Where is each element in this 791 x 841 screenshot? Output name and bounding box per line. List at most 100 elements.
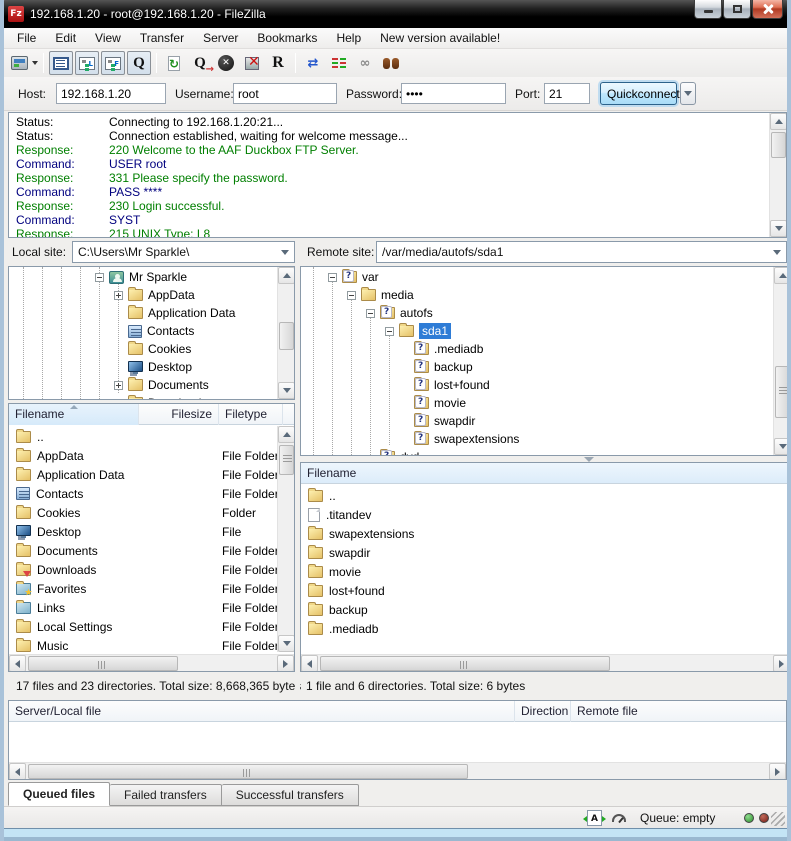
- column-header-filename[interactable]: Filename: [301, 463, 790, 484]
- remote-tree-toggle-button[interactable]: F: [101, 51, 125, 75]
- menu-help[interactable]: Help: [336, 31, 361, 45]
- remote-file-row[interactable]: backup: [301, 600, 790, 619]
- remote-list-hscroll-thumb[interactable]: [320, 656, 610, 671]
- directory-comparison-button[interactable]: [327, 51, 351, 75]
- remote-tree-item[interactable]: dvd: [301, 448, 790, 456]
- remote-combo-drop-button[interactable]: [769, 243, 785, 261]
- scroll-down-icon[interactable]: [775, 226, 783, 231]
- scroll-left-icon[interactable]: [15, 660, 20, 668]
- remote-file-row[interactable]: lost+found: [301, 581, 790, 600]
- disconnect-button[interactable]: ✕: [240, 51, 264, 75]
- local-tree-item[interactable]: Application Data: [9, 304, 294, 322]
- remote-tree-item[interactable]: swapdir: [301, 412, 790, 430]
- resize-grip[interactable]: [771, 812, 785, 826]
- remote-tree-item[interactable]: media: [301, 286, 790, 304]
- remote-file-row[interactable]: movie: [301, 562, 790, 581]
- maximize-button[interactable]: [723, 0, 751, 19]
- menu-edit[interactable]: Edit: [55, 31, 76, 45]
- host-input[interactable]: [56, 83, 166, 104]
- local-file-row[interactable]: Application DataFile Folder: [9, 465, 294, 484]
- scroll-up-icon[interactable]: [779, 273, 787, 278]
- refresh-button[interactable]: ↻: [162, 51, 186, 75]
- tab-queued-files[interactable]: Queued files: [8, 782, 110, 806]
- cancel-button[interactable]: ✕: [214, 51, 238, 75]
- remote-file-row[interactable]: ..: [301, 486, 790, 505]
- expander-minus-icon[interactable]: [366, 309, 375, 318]
- local-tree-scrollbar[interactable]: [277, 267, 294, 399]
- scroll-down-icon[interactable]: [779, 444, 787, 449]
- local-file-row[interactable]: Local SettingsFile Folder: [9, 617, 294, 636]
- menu-file[interactable]: File: [17, 31, 36, 45]
- username-input[interactable]: [233, 83, 337, 104]
- remote-file-row[interactable]: .titandev: [301, 505, 790, 524]
- synchronized-browsing-button[interactable]: ∞: [353, 51, 377, 75]
- expander-minus-icon[interactable]: [328, 273, 337, 282]
- local-file-row[interactable]: LinksFile Folder: [9, 598, 294, 617]
- scroll-left-icon[interactable]: [15, 768, 20, 776]
- scroll-right-icon[interactable]: [283, 660, 288, 668]
- log-scroll-thumb[interactable]: [771, 132, 786, 158]
- expander-minus-icon[interactable]: [385, 327, 394, 336]
- tab-failed-transfers[interactable]: Failed transfers: [110, 784, 222, 806]
- column-header-filetype[interactable]: Filetype: [219, 404, 283, 425]
- remote-tree-item[interactable]: backup: [301, 358, 790, 376]
- process-queue-button[interactable]: Q→: [188, 51, 212, 75]
- port-input[interactable]: [544, 83, 590, 104]
- remote-tree-scrollbar[interactable]: [773, 267, 790, 455]
- remote-tree-scroll-thumb[interactable]: [775, 366, 790, 418]
- site-manager-button[interactable]: [11, 51, 38, 75]
- column-header-server-local-file[interactable]: Server/Local file: [9, 701, 515, 722]
- scroll-down-icon[interactable]: [283, 388, 291, 393]
- remote-tree-item[interactable]: autofs: [301, 304, 790, 322]
- local-file-row[interactable]: DocumentsFile Folder: [9, 541, 294, 560]
- local-tree-scroll-thumb[interactable]: [279, 322, 294, 350]
- local-file-row[interactable]: CookiesFolder: [9, 503, 294, 522]
- local-list-scrollbar[interactable]: [277, 426, 294, 652]
- remote-list-hscrollbar[interactable]: [301, 654, 790, 671]
- remote-tree-item[interactable]: swapextensions: [301, 430, 790, 448]
- speed-limits-icon[interactable]: [612, 814, 626, 822]
- expander-plus-icon[interactable]: [114, 291, 123, 300]
- scroll-right-icon[interactable]: [779, 660, 784, 668]
- local-file-row[interactable]: AppDataFile Folder: [9, 446, 294, 465]
- remote-tree-item-selected[interactable]: sda1: [301, 322, 790, 340]
- remote-file-row[interactable]: swapextensions: [301, 524, 790, 543]
- local-tree-item[interactable]: Cookies: [9, 340, 294, 358]
- quickconnect-dropdown-button[interactable]: [680, 82, 696, 105]
- scroll-down-icon[interactable]: [283, 641, 291, 646]
- remote-tree-item[interactable]: var: [301, 268, 790, 286]
- queue-toggle-button[interactable]: Q: [127, 51, 151, 75]
- scroll-up-icon[interactable]: [775, 119, 783, 124]
- transfer-arrows-button[interactable]: ⇄: [301, 51, 325, 75]
- scroll-left-icon[interactable]: [307, 660, 312, 668]
- local-list-hscroll-thumb[interactable]: [28, 656, 178, 671]
- expander-plus-icon[interactable]: [114, 399, 123, 401]
- column-header-filename[interactable]: Filename: [9, 404, 139, 425]
- local-tree-item[interactable]: Desktop: [9, 358, 294, 376]
- local-file-row[interactable]: ..: [9, 427, 294, 446]
- expander-minus-icon[interactable]: [95, 273, 104, 282]
- local-tree-item[interactable]: Documents: [9, 376, 294, 394]
- local-combo-drop-button[interactable]: [277, 243, 293, 261]
- local-file-row[interactable]: DownloadsFile Folder: [9, 560, 294, 579]
- scroll-up-icon[interactable]: [283, 432, 291, 437]
- local-file-row[interactable]: ContactsFile Folder: [9, 484, 294, 503]
- remote-tree-item[interactable]: .mediadb: [301, 340, 790, 358]
- local-tree-item[interactable]: Mr Sparkle: [9, 268, 294, 286]
- local-file-row[interactable]: DesktopFile: [9, 522, 294, 541]
- tab-successful-transfers[interactable]: Successful transfers: [222, 784, 359, 806]
- remote-site-combo[interactable]: /var/media/autofs/sda1: [376, 241, 787, 263]
- title-bar[interactable]: Fz 192.168.1.20 - root@192.168.1.20 - Fi…: [0, 0, 791, 28]
- local-tree-item[interactable]: Contacts: [9, 322, 294, 340]
- scroll-up-icon[interactable]: [283, 273, 291, 278]
- expander-plus-icon[interactable]: [114, 381, 123, 390]
- column-header-remote-file[interactable]: Remote file: [571, 701, 786, 722]
- close-button[interactable]: [752, 0, 783, 19]
- local-tree-item[interactable]: AppData: [9, 286, 294, 304]
- local-list-scroll-thumb[interactable]: [279, 445, 294, 475]
- menu-server[interactable]: Server: [203, 31, 238, 45]
- find-files-button[interactable]: [379, 51, 403, 75]
- reconnect-button[interactable]: R: [266, 51, 290, 75]
- queue-hscroll-thumb[interactable]: [28, 764, 468, 779]
- menu-bookmarks[interactable]: Bookmarks: [257, 31, 317, 45]
